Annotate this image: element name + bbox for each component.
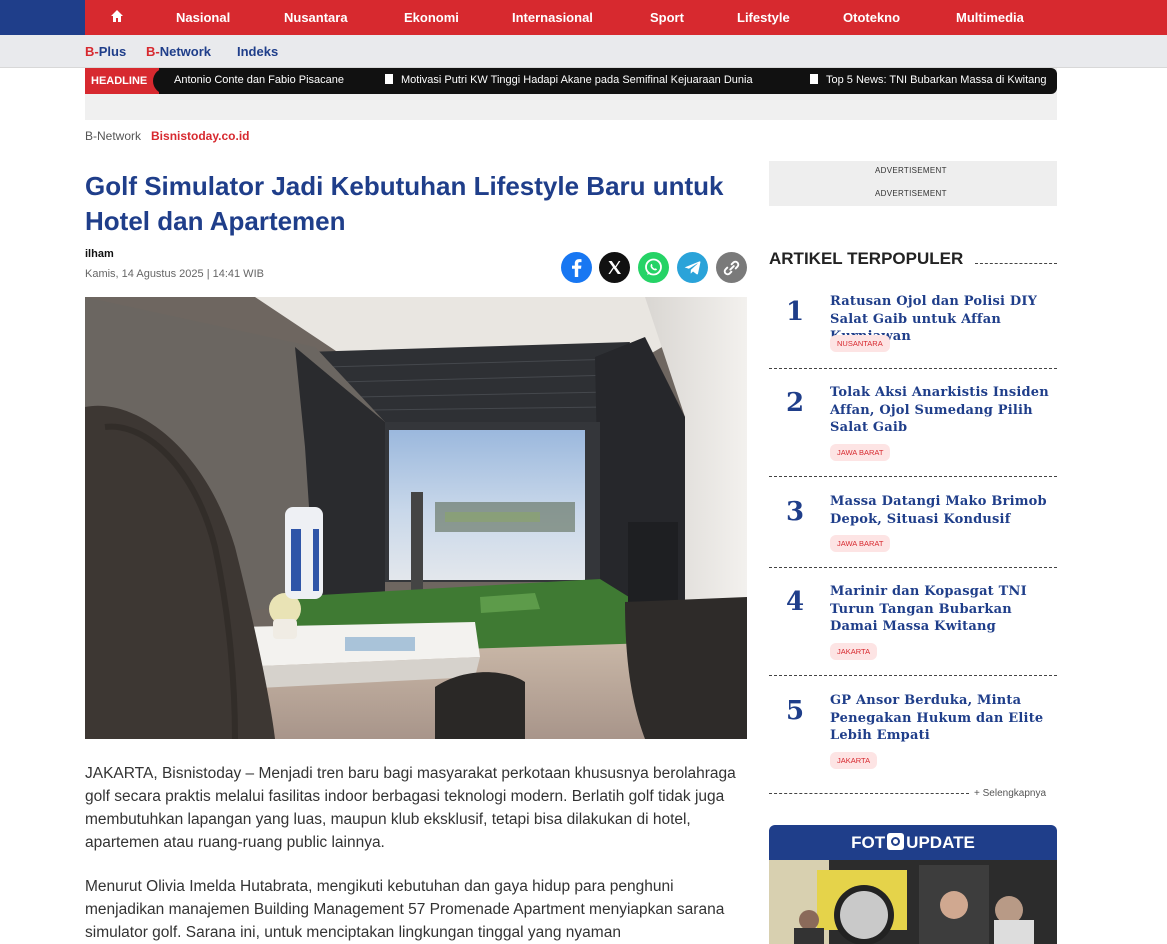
document-icon	[810, 74, 818, 84]
popular-title[interactable]: Tolak Aksi Anarkistis Insiden Affan, Ojo…	[830, 384, 1056, 437]
foto-left: FOT	[851, 833, 886, 852]
see-more-link[interactable]: + Selengkapnya	[974, 788, 1046, 799]
x-icon[interactable]	[599, 252, 630, 283]
article-date: Kamis, 14 Agustus 2025 | 14:41 WIB	[85, 268, 264, 280]
article-paragraph: Menurut Olivia Imelda Hutabrata, mengiku…	[85, 878, 725, 941]
headline-label: HEADLINE	[85, 68, 159, 94]
nav-lifestyle[interactable]: Lifestyle	[737, 10, 790, 25]
breadcrumb-section[interactable]: B-Network	[85, 129, 141, 143]
popular-tag[interactable]: JAKARTA	[830, 752, 878, 769]
home-icon[interactable]	[110, 9, 124, 23]
facebook-icon[interactable]	[561, 252, 592, 283]
ticker-cap	[153, 68, 173, 94]
bplus-prefix: B-	[85, 44, 99, 59]
sub-navigation: B-Plus B-Network Indeks	[0, 35, 1167, 68]
telegram-icon[interactable]	[677, 252, 708, 283]
popular-tag[interactable]: JAKARTA	[830, 643, 878, 660]
article-title: Golf Simulator Jadi Kebutuhan Lifestyle …	[85, 171, 724, 236]
breadcrumb: B-Network Bisnistoday.co.id	[85, 129, 249, 143]
advertisement-block: ADVERTISEMENT ADVERTISEMENT	[769, 161, 1057, 206]
divider	[769, 793, 969, 794]
divider	[769, 476, 1057, 477]
nav-ekonomi[interactable]: Ekonomi	[404, 10, 459, 25]
subnav-indeks[interactable]: Indeks	[237, 44, 278, 59]
article-paragraph: JAKARTA, Bisnistoday – Menjadi tren baru…	[85, 765, 736, 851]
bnetwork-prefix: B-	[146, 44, 160, 59]
divider	[769, 368, 1057, 369]
ticker-item[interactable]: Antonio Conte dan Fabio Pisacane	[174, 74, 344, 86]
popular-tag[interactable]: NUSANTARA	[830, 335, 890, 352]
bplus-label: Plus	[98, 44, 127, 59]
breadcrumb-site[interactable]: Bisnistoday.co.id	[151, 129, 249, 143]
nav-sport[interactable]: Sport	[650, 10, 684, 25]
article-author[interactable]: ilham	[85, 248, 114, 260]
foto-update-widget[interactable]: FOT UPDATE	[769, 825, 1057, 944]
headline-ticker: HEADLINE Antonio Conte dan Fabio Pisacan…	[85, 68, 1057, 94]
popular-title[interactable]: Marinir dan Kopasgat TNI Turun Tangan Bu…	[830, 583, 1056, 636]
popular-tag[interactable]: JAWA BARAT	[830, 535, 891, 552]
ticker-item[interactable]: Top 5 News: TNI Bubarkan Massa di Kwitan…	[810, 74, 1047, 86]
popular-heading: ARTIKEL TERPOPULER	[769, 249, 964, 268]
popular-rank: 2	[786, 388, 805, 418]
ticker-item-text: Top 5 News: TNI Bubarkan Massa di Kwitan…	[826, 74, 1047, 86]
link-icon[interactable]	[716, 252, 747, 283]
subnav-bnetwork[interactable]: B-Network	[146, 44, 211, 59]
headline-area: HEADLINE Antonio Conte dan Fabio Pisacan…	[85, 68, 1057, 120]
divider	[769, 567, 1057, 568]
divider	[769, 675, 1057, 676]
subnav-bplus[interactable]: B-Plus	[85, 44, 126, 59]
foto-right: UPDATE	[906, 833, 975, 852]
ticker-item[interactable]: Motivasi Putri KW Tinggi Hadapi Akane pa…	[385, 74, 753, 86]
bnetwork-label: Network	[159, 44, 212, 59]
foto-update-image[interactable]	[769, 860, 1057, 944]
camera-icon	[887, 833, 905, 850]
popular-rank: 1	[786, 297, 805, 327]
whatsapp-icon[interactable]	[638, 252, 669, 283]
popular-rank: 4	[786, 587, 805, 617]
article-image	[85, 297, 747, 739]
popular-rank: 5	[786, 696, 805, 726]
popular-heading-divider	[975, 263, 1057, 264]
popular-title[interactable]: Massa Datangi Mako Brimob Depok, Situasi…	[830, 493, 1056, 528]
nav-nusantara[interactable]: Nusantara	[284, 10, 348, 25]
ad-label: ADVERTISEMENT	[875, 166, 947, 175]
popular-title[interactable]: GP Ansor Berduka, Minta Penegakan Hukum …	[830, 692, 1056, 745]
ticker-item-text: Motivasi Putri KW Tinggi Hadapi Akane pa…	[401, 74, 753, 86]
nav-nasional[interactable]: Nasional	[176, 10, 230, 25]
popular-rank: 3	[786, 497, 805, 527]
brand-strip	[0, 0, 85, 35]
top-navigation: Nasional Nusantara Ekonomi Internasional…	[0, 0, 1167, 35]
popular-tag[interactable]: JAWA BARAT	[830, 444, 891, 461]
document-icon	[385, 74, 393, 84]
nav-multimedia[interactable]: Multimedia	[956, 10, 1024, 25]
ad-label: ADVERTISEMENT	[875, 189, 947, 198]
foto-update-title: FOT UPDATE	[769, 833, 1057, 853]
nav-ototekno[interactable]: Ototekno	[843, 10, 900, 25]
nav-internasional[interactable]: Internasional	[512, 10, 593, 25]
